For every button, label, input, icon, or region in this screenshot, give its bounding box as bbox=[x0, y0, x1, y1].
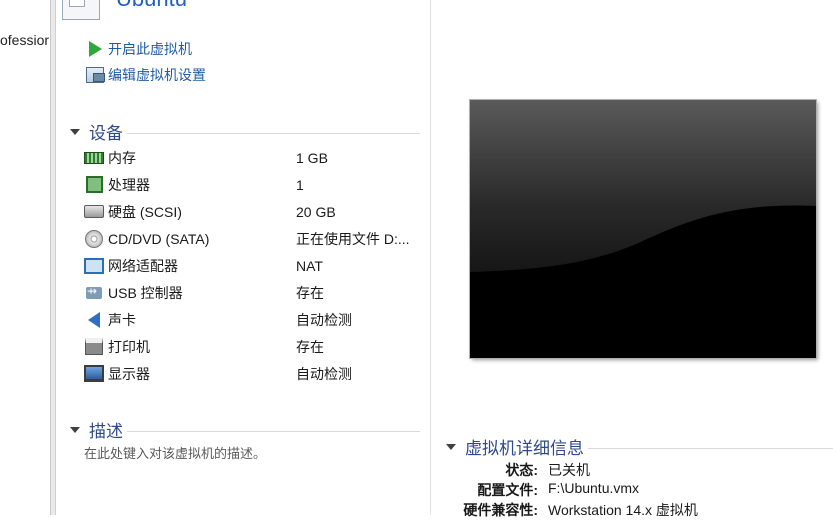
device-name: USB 控制器 bbox=[108, 284, 183, 301]
detail-label: 配置文件: bbox=[477, 482, 538, 498]
usb-controller-icon bbox=[84, 283, 104, 303]
devices-section-header[interactable]: 设备 bbox=[70, 119, 420, 144]
detail-label: 硬件兼容性: bbox=[463, 502, 538, 518]
sound-card-icon bbox=[84, 310, 104, 330]
device-value: 1 GB bbox=[296, 149, 328, 166]
collapse-chevron-icon bbox=[446, 443, 456, 450]
device-name: 硬盘 (SCSI) bbox=[108, 203, 182, 220]
vm-screen-thumbnail[interactable] bbox=[470, 100, 816, 358]
edit-settings-label: 编辑虚拟机设置 bbox=[108, 67, 206, 83]
device-row-network-adapter[interactable]: 网络适配器 NAT bbox=[84, 252, 424, 279]
device-name: 网络适配器 bbox=[108, 257, 178, 274]
power-on-label: 开启此虚拟机 bbox=[108, 41, 192, 57]
display-icon bbox=[84, 364, 104, 384]
detail-row-state: 状态: 已关机 bbox=[446, 460, 590, 480]
device-row-hard-disk[interactable]: 硬盘 (SCSI) 20 GB bbox=[84, 198, 424, 225]
edit-settings-icon bbox=[86, 66, 105, 84]
network-adapter-icon bbox=[84, 256, 104, 276]
description-heading: 描述 bbox=[89, 422, 123, 441]
device-row-display[interactable]: 显示器 自动检测 bbox=[84, 360, 424, 387]
thumbnail-graphic bbox=[470, 100, 816, 358]
device-value: 自动检测 bbox=[296, 311, 352, 328]
device-name: 处理器 bbox=[108, 176, 150, 193]
device-value: 存在 bbox=[296, 284, 324, 301]
section-divider bbox=[588, 448, 833, 449]
device-name: 显示器 bbox=[108, 365, 150, 382]
device-value: 正在使用文件 D:... bbox=[296, 230, 410, 247]
device-value: 20 GB bbox=[296, 203, 336, 220]
detail-value[interactable]: F:\Ubuntu.vmx bbox=[548, 480, 639, 500]
device-row-printer[interactable]: 打印机 存在 bbox=[84, 333, 424, 360]
device-name: 打印机 bbox=[108, 338, 150, 355]
vm-summary-panel: 开启此虚拟机 编辑虚拟机设置 设备 内存 1 GB 处理器 1 硬盘 (SCSI… bbox=[56, 0, 431, 515]
device-row-cd-dvd[interactable]: CD/DVD (SATA) 正在使用文件 D:... bbox=[84, 225, 424, 252]
printer-icon bbox=[84, 337, 104, 357]
processor-icon bbox=[84, 175, 104, 195]
device-value: 自动检测 bbox=[296, 365, 352, 382]
collapse-chevron-icon bbox=[70, 128, 80, 135]
detail-value: 已关机 bbox=[548, 462, 590, 478]
device-value: 1 bbox=[296, 176, 304, 193]
device-value: NAT bbox=[296, 257, 323, 274]
library-item-label[interactable]: ofessior bbox=[0, 32, 49, 48]
vm-details-heading: 虚拟机详细信息 bbox=[465, 439, 584, 458]
detail-row-config-file: 配置文件: F:\Ubuntu.vmx bbox=[446, 480, 639, 500]
section-divider bbox=[127, 133, 420, 134]
edit-settings-command[interactable]: 编辑虚拟机设置 bbox=[86, 65, 206, 85]
device-row-memory[interactable]: 内存 1 GB bbox=[84, 144, 424, 171]
detail-row-hardware-compatibility: 硬件兼容性: Workstation 14.x 虚拟机 bbox=[446, 500, 698, 520]
description-section-header[interactable]: 描述 bbox=[70, 417, 420, 442]
detail-label: 状态: bbox=[505, 462, 538, 478]
library-pane: ofessior bbox=[0, 0, 51, 515]
devices-heading: 设备 bbox=[89, 124, 123, 143]
device-row-processor[interactable]: 处理器 1 bbox=[84, 171, 424, 198]
device-name: 内存 bbox=[108, 149, 136, 166]
device-row-usb-controller[interactable]: USB 控制器 存在 bbox=[84, 279, 424, 306]
section-divider bbox=[127, 431, 420, 432]
hard-disk-icon bbox=[84, 202, 104, 222]
collapse-chevron-icon bbox=[70, 426, 80, 433]
vm-details-section-header[interactable]: 虚拟机详细信息 bbox=[446, 434, 833, 459]
description-placeholder[interactable]: 在此处键入对该虚拟机的描述。 bbox=[84, 443, 266, 462]
detail-value: Workstation 14.x 虚拟机 bbox=[548, 502, 698, 518]
device-name: 声卡 bbox=[108, 311, 136, 328]
device-value: 存在 bbox=[296, 338, 324, 355]
play-icon bbox=[86, 40, 104, 58]
device-row-sound-card[interactable]: 声卡 自动检测 bbox=[84, 306, 424, 333]
cd-dvd-icon bbox=[84, 229, 104, 249]
device-name: CD/DVD (SATA) bbox=[108, 230, 210, 247]
memory-icon bbox=[84, 148, 104, 168]
power-on-command[interactable]: 开启此虚拟机 bbox=[86, 39, 192, 59]
